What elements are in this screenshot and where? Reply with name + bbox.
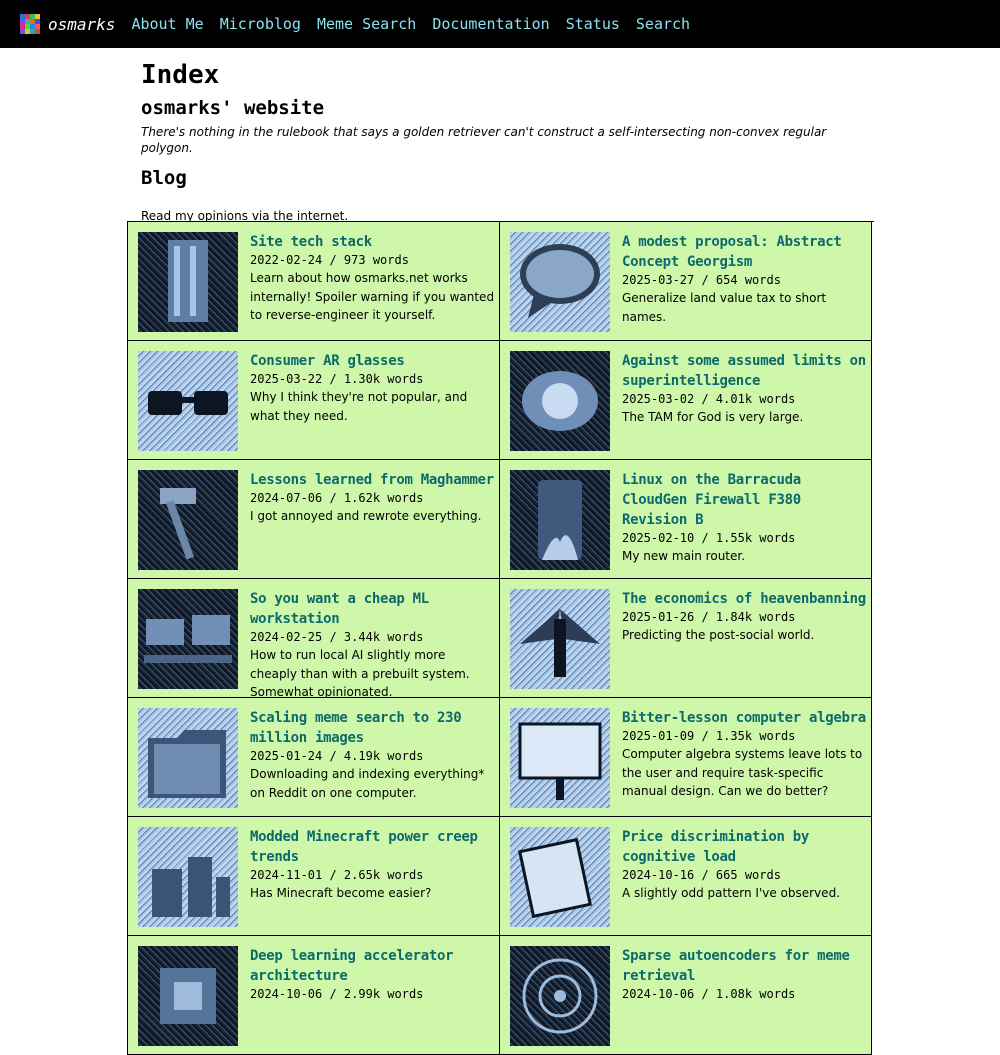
post-title-link[interactable]: Bitter-lesson computer algebra (622, 708, 867, 728)
speech-bubble-thumbnail[interactable] (510, 232, 610, 332)
post-info: Bitter-lesson computer algebra 2025-01-09… (622, 698, 867, 801)
workstation-thumbnail[interactable] (138, 589, 238, 689)
post-info: Sparse autoencoders for meme retrieval 20… (622, 936, 867, 1003)
post-card: So you want a cheap ML workstation 2024-0… (128, 579, 500, 698)
post-meta: 2024-11-01 / 2.65k words (250, 868, 424, 882)
post-description: Learn about how osmarks.net works intern… (250, 271, 495, 322)
firewall-thumbnail[interactable] (510, 470, 610, 570)
post-title-link[interactable]: Price discrimination by cognitive load (622, 827, 867, 867)
post-info: Against some assumed limits on superinte… (622, 341, 867, 427)
post-info: Site tech stack 2022-02-24 / 973 words Lea… (250, 222, 495, 325)
post-info: Modded Minecraft power creep trends 2024-… (250, 817, 495, 903)
post-description: Has Minecraft become easier? (250, 886, 432, 900)
post-info: Linux on the Barracuda CloudGen Firewall… (622, 460, 867, 566)
post-info: Lessons learned from Maghammer 2024-07-06… (250, 460, 495, 526)
post-card: Modded Minecraft power creep trends 2024-… (128, 817, 500, 936)
post-title-link[interactable]: A modest proposal: Abstract Concept Geor… (622, 232, 867, 272)
post-meta: 2024-10-06 / 2.99k words (250, 987, 424, 1001)
post-card: The economics of heavenbanning 2025-01-26… (500, 579, 872, 698)
post-info: A modest proposal: Abstract Concept Geor… (622, 222, 867, 326)
post-description: A slightly odd pattern I've observed. (622, 886, 840, 900)
home-link[interactable]: osmarks (20, 14, 115, 34)
folder-thumbnail[interactable] (138, 708, 238, 808)
post-grid: Site tech stack 2022-02-24 / 973 words Lea… (127, 221, 874, 1055)
money-thumbnail[interactable] (510, 827, 610, 927)
post-description: I got annoyed and rewrote everything. (250, 509, 482, 523)
logo-icon (20, 14, 40, 34)
post-title-link[interactable]: The economics of heavenbanning (622, 589, 867, 609)
post-card: A modest proposal: Abstract Concept Geor… (500, 222, 872, 341)
nav-search[interactable]: Search (636, 15, 690, 33)
post-description: Why I think they're not popular, and wha… (250, 390, 468, 423)
post-title-link[interactable]: Site tech stack (250, 232, 495, 252)
post-info: Price discrimination by cognitive load 20… (622, 817, 867, 903)
post-description: My new main router. (622, 549, 746, 563)
post-title-link[interactable]: Modded Minecraft power creep trends (250, 827, 495, 867)
post-card: Sparse autoencoders for meme retrieval 20… (500, 936, 872, 1055)
post-meta: 2025-02-10 / 1.55k words (622, 531, 796, 545)
nav-microblog[interactable]: Microblog (220, 15, 301, 33)
site-subtitle: osmarks' website (141, 97, 325, 119)
post-info: So you want a cheap ML workstation 2024-0… (250, 579, 495, 698)
page-title: Index (141, 60, 220, 90)
post-title-link[interactable]: Linux on the Barracuda CloudGen Firewall… (622, 470, 867, 530)
post-meta: 2025-03-02 / 4.01k words (622, 392, 796, 406)
post-meta: 2025-01-24 / 4.19k words (250, 749, 424, 763)
post-card: Lessons learned from Maghammer 2024-07-06… (128, 460, 500, 579)
post-meta: 2024-10-16 / 665 words (622, 868, 781, 882)
nav-about-me[interactable]: About Me (131, 15, 203, 33)
post-meta: 2025-03-27 / 654 words (622, 273, 781, 287)
post-title-link[interactable]: Scaling meme search to 230 million image… (250, 708, 495, 748)
post-card: Against some assumed limits on superinte… (500, 341, 872, 460)
post-title-link[interactable]: Against some assumed limits on superinte… (622, 351, 867, 391)
angel-thumbnail[interactable] (510, 589, 610, 689)
post-title-link[interactable]: Sparse autoencoders for meme retrieval (622, 946, 867, 986)
post-meta: 2025-01-26 / 1.84k words (622, 610, 796, 624)
post-description: How to run local AI slightly more cheapl… (250, 648, 470, 698)
glasses-thumbnail[interactable] (138, 351, 238, 451)
hammer-thumbnail[interactable] (138, 470, 238, 570)
post-title-link[interactable]: So you want a cheap ML workstation (250, 589, 495, 629)
nav-status[interactable]: Status (566, 15, 620, 33)
galaxy-thumbnail[interactable] (510, 351, 610, 451)
post-meta: 2025-01-09 / 1.35k words (622, 729, 796, 743)
section-heading: Blog (141, 167, 187, 189)
tagline: There's nothing in the rulebook that say… (141, 125, 827, 155)
post-info: Scaling meme search to 230 million image… (250, 698, 495, 802)
brand-name: osmarks (48, 14, 116, 34)
post-info: Deep learning accelerator architecture 20… (250, 936, 495, 1003)
post-card: Scaling meme search to 230 million image… (128, 698, 500, 817)
post-meta: 2022-02-24 / 973 words (250, 253, 409, 267)
post-meta: 2024-07-06 / 1.62k words (250, 491, 424, 505)
post-meta: 2024-10-06 / 1.08k words (622, 987, 796, 1001)
top-navbar: osmarks About Me Microblog Meme Search D… (0, 0, 1000, 48)
post-description: Predicting the post-social world. (622, 628, 815, 642)
post-meta: 2025-03-22 / 1.30k words (250, 372, 424, 386)
post-title-link[interactable]: Lessons learned from Maghammer (250, 470, 495, 490)
post-card: Site tech stack 2022-02-24 / 973 words Lea… (128, 222, 500, 341)
skyscraper-thumbnail[interactable] (138, 232, 238, 332)
nav-documentation[interactable]: Documentation (432, 15, 549, 33)
post-meta: 2024-02-25 / 3.44k words (250, 630, 424, 644)
post-info: Consumer AR glasses 2025-03-22 / 1.30k wo… (250, 341, 495, 425)
chip-thumbnail[interactable] (138, 946, 238, 1046)
nav-meme-search[interactable]: Meme Search (317, 15, 416, 33)
post-info: The economics of heavenbanning 2025-01-26… (622, 579, 867, 645)
post-card: Linux on the Barracuda CloudGen Firewall… (500, 460, 872, 579)
post-description: Downloading and indexing everything* on … (250, 767, 485, 800)
post-card: Price discrimination by cognitive load 20… (500, 817, 872, 936)
network-thumbnail[interactable] (510, 946, 610, 1046)
post-description: Generalize land value tax to short names… (622, 291, 827, 324)
post-title-link[interactable]: Deep learning accelerator architecture (250, 946, 495, 986)
post-card: Consumer AR glasses 2025-03-22 / 1.30k wo… (128, 341, 500, 460)
factory-thumbnail[interactable] (138, 827, 238, 927)
post-card: Bitter-lesson computer algebra 2025-01-09… (500, 698, 872, 817)
post-card: Deep learning accelerator architecture 20… (128, 936, 500, 1055)
post-description: Computer algebra systems leave lots to t… (622, 747, 863, 798)
whiteboard-thumbnail[interactable] (510, 708, 610, 808)
post-description: The TAM for God is very large. (622, 410, 804, 424)
post-title-link[interactable]: Consumer AR glasses (250, 351, 495, 371)
page-header: Index osmarks' website There's nothing i… (141, 58, 871, 224)
